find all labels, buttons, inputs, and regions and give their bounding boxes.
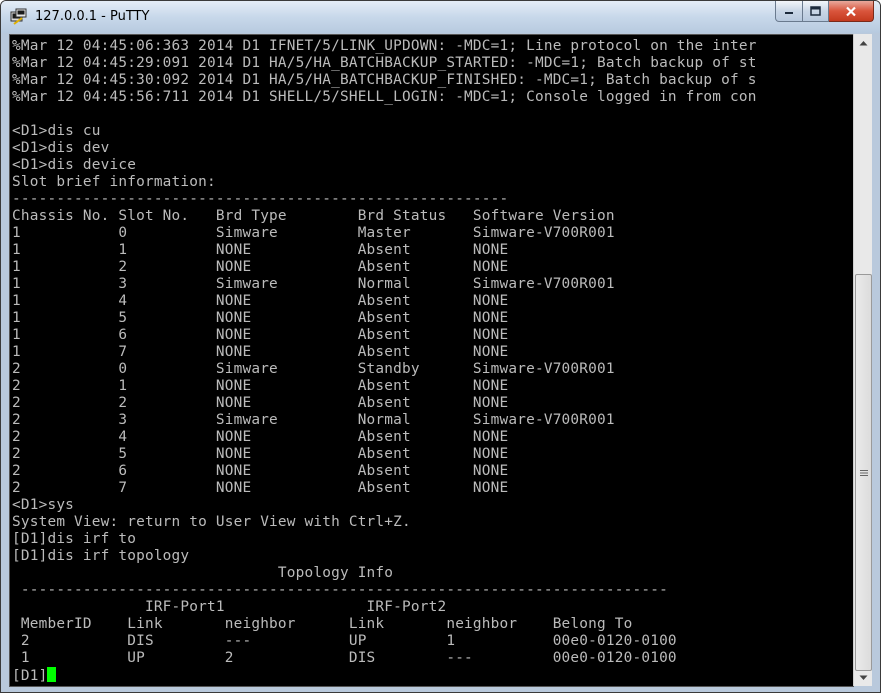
terminal-line: 2 7 NONE Absent NONE <box>12 480 509 496</box>
maximize-icon <box>810 6 821 16</box>
terminal-line: [D1]dis irf topology <box>12 548 190 564</box>
close-button[interactable] <box>829 1 874 22</box>
terminal-output: %Mar 12 04:45:06:363 2014 D1 IFNET/5/LIN… <box>12 38 757 685</box>
text-cursor <box>47 667 57 682</box>
command-prompt: [D1] <box>12 667 57 684</box>
terminal-line: 1 2 NONE Absent NONE <box>12 259 509 275</box>
terminal-line: 1 3 Simware Normal Simware-V700R001 <box>12 276 615 292</box>
window-title: 127.0.0.1 - PuTTY <box>35 9 150 24</box>
maximize-button[interactable] <box>803 1 829 22</box>
terminal-line: Topology Info <box>12 565 394 581</box>
terminal-line: 1 6 NONE Absent NONE <box>12 327 509 343</box>
scrollbar-thumb[interactable] <box>855 274 872 671</box>
vertical-scrollbar[interactable] <box>853 34 872 686</box>
putty-window: 127.0.0.1 - PuTTY %Mar 12 04:45:06:363 2… <box>0 0 881 693</box>
title-bar[interactable]: 127.0.0.1 - PuTTY <box>1 1 880 33</box>
terminal-line: ----------------------------------------… <box>12 582 668 598</box>
terminal-line: System View: return to User View with Ct… <box>12 514 411 530</box>
terminal-line: 1 7 NONE Absent NONE <box>12 344 509 360</box>
terminal-line: 1 1 NONE Absent NONE <box>12 242 509 258</box>
minimize-button[interactable] <box>775 1 803 22</box>
scroll-up-button[interactable] <box>854 34 872 51</box>
terminal-line: MemberID Link neighbor Link neighbor Bel… <box>12 616 633 632</box>
terminal-line: %Mar 12 04:45:06:363 2014 D1 IFNET/5/LIN… <box>12 38 757 54</box>
scroll-down-button[interactable] <box>854 669 872 686</box>
arrow-down-icon <box>859 675 867 680</box>
terminal-line: %Mar 12 04:45:29:091 2014 D1 HA/5/HA_BAT… <box>12 55 757 71</box>
terminal-lines: %Mar 12 04:45:06:363 2014 D1 IFNET/5/LIN… <box>12 38 757 666</box>
terminal-line: ----------------------------------------… <box>12 191 509 207</box>
terminal-line: 2 1 NONE Absent NONE <box>12 378 509 394</box>
terminal-line: 2 DIS --- UP 1 00e0-0120-0100 <box>12 633 677 649</box>
terminal-line: 2 3 Simware Normal Simware-V700R001 <box>12 412 615 428</box>
minimize-icon <box>785 12 793 14</box>
prompt-text: [D1] <box>12 668 48 684</box>
terminal-line: %Mar 12 04:45:56:711 2014 D1 SHELL/5/SHE… <box>12 89 757 105</box>
terminal-line: 2 2 NONE Absent NONE <box>12 395 509 411</box>
terminal-line: Chassis No. Slot No. Brd Type Brd Status… <box>12 208 615 224</box>
terminal-line: <D1>dis device <box>12 157 137 173</box>
terminal-line: <D1>sys <box>12 497 75 513</box>
terminal-line: 1 4 NONE Absent NONE <box>12 293 509 309</box>
terminal-line: 2 6 NONE Absent NONE <box>12 463 509 479</box>
putty-app-icon[interactable] <box>10 8 28 26</box>
grip-icon <box>859 469 868 476</box>
terminal-line: [D1]dis irf to <box>12 531 137 547</box>
window-controls <box>775 1 874 22</box>
terminal-line: <D1>dis dev <box>12 140 110 156</box>
terminal-line: %Mar 12 04:45:30:092 2014 D1 HA/5/HA_BAT… <box>12 72 757 88</box>
arrow-up-icon <box>859 40 867 45</box>
close-icon <box>846 6 856 16</box>
terminal-line: <D1>dis cu <box>12 123 101 139</box>
terminal-line: 2 0 Simware Standby Simware-V700R001 <box>12 361 615 377</box>
terminal-line: Slot brief information: <box>12 174 216 190</box>
terminal-line: 1 UP 2 DIS --- 00e0-0120-0100 <box>12 650 677 666</box>
terminal-line: IRF-Port1 IRF-Port2 <box>12 599 447 615</box>
terminal-line: 1 0 Simware Master Simware-V700R001 <box>12 225 615 241</box>
terminal-area[interactable]: %Mar 12 04:45:06:363 2014 D1 IFNET/5/LIN… <box>9 34 854 687</box>
terminal-line: 2 4 NONE Absent NONE <box>12 429 509 445</box>
terminal-line: 2 5 NONE Absent NONE <box>12 446 509 462</box>
terminal-line: 1 5 NONE Absent NONE <box>12 310 509 326</box>
